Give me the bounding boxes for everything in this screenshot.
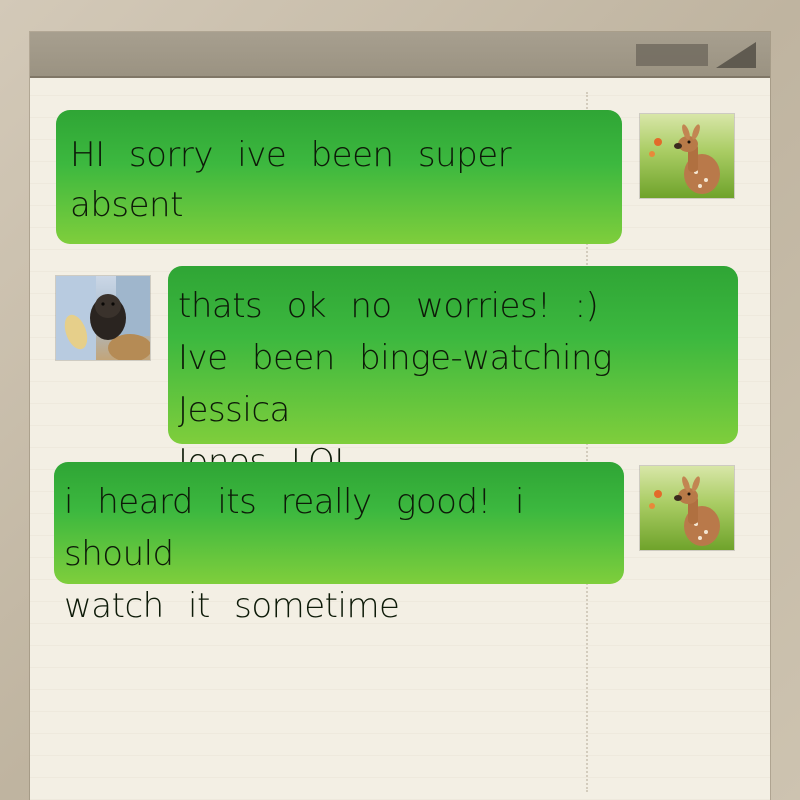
- deer-icon: [649, 476, 720, 546]
- message-line: HI sorry ive been super: [70, 135, 512, 175]
- chat-message-bubble[interactable]: HI sorry ive been super absent: [56, 110, 622, 244]
- chat-message-bubble[interactable]: i heard its really good! i should watch …: [54, 462, 624, 626]
- message-line: absent: [70, 185, 183, 225]
- title-bar-button[interactable]: [636, 44, 708, 66]
- ferret-avatar[interactable]: [56, 276, 150, 360]
- deer-avatar[interactable]: [640, 466, 734, 550]
- resize-corner-icon[interactable]: [716, 42, 756, 68]
- message-line: watch it sometime: [64, 586, 400, 626]
- deer-icon: [649, 124, 720, 194]
- chat-message-bubble[interactable]: thats ok no worries! :) Ive been binge-w…: [168, 266, 738, 482]
- message-line: Ive been binge-watching Jessica: [178, 338, 612, 430]
- ferret-icon: [56, 276, 150, 360]
- message-line: thats ok no worries! :): [178, 286, 599, 326]
- deer-avatar[interactable]: [640, 114, 734, 198]
- message-line: i heard its really good! i should: [64, 482, 524, 574]
